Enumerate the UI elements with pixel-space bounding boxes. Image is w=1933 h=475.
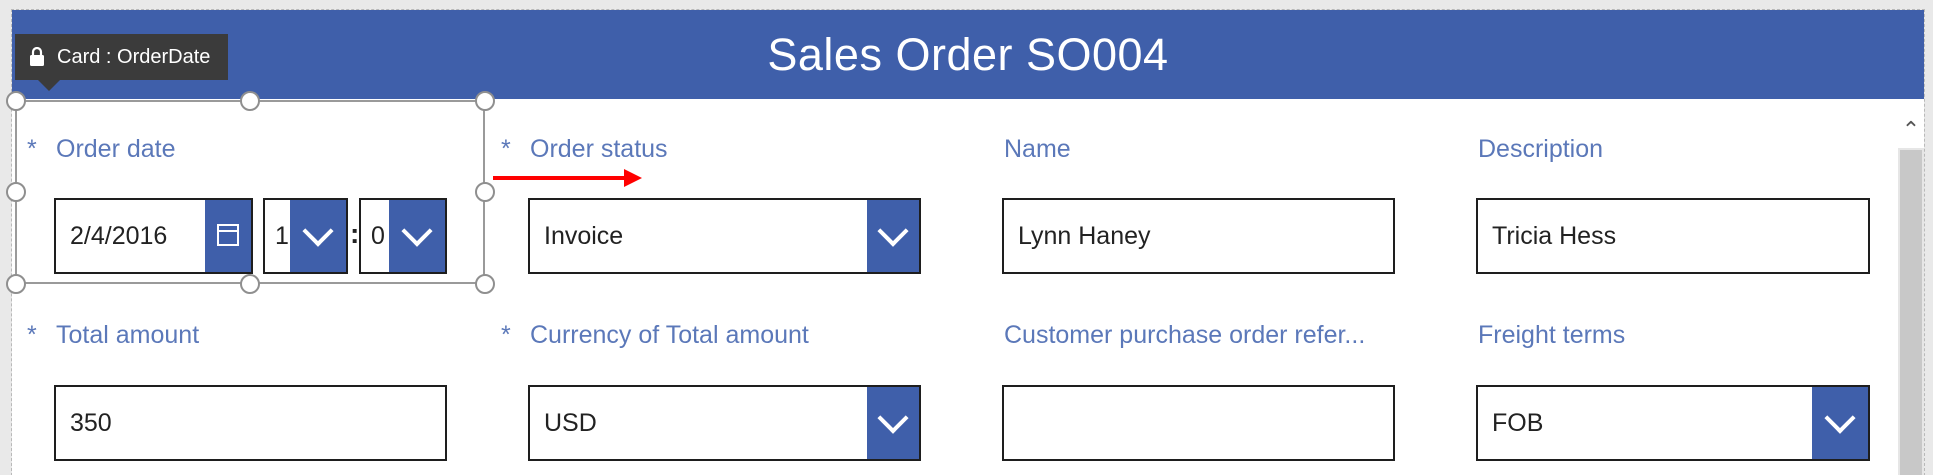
lock-icon: [30, 47, 44, 66]
red-arrow-annotation: [493, 176, 633, 180]
order-status-dropdown-button[interactable]: [867, 200, 919, 272]
chevron-down-icon: [877, 215, 909, 247]
required-marker: *: [501, 135, 511, 163]
required-marker: *: [27, 321, 37, 349]
red-arrow-head: [624, 169, 642, 187]
currency-value: USD: [544, 409, 597, 437]
total-amount-value: 350: [70, 409, 112, 437]
customer-po-input[interactable]: [1002, 385, 1395, 461]
currency-dropdown[interactable]: USD: [528, 385, 921, 461]
description-label: Description: [1478, 135, 1604, 163]
resize-handle-top-right[interactable]: [475, 91, 495, 111]
total-amount-label: Total amount: [56, 321, 200, 349]
freight-terms-dropdown-button[interactable]: [1812, 387, 1868, 459]
tooltip-pointer: [38, 80, 60, 91]
currency-dropdown-button[interactable]: [867, 387, 919, 459]
resize-handle-bottom-right[interactable]: [475, 274, 495, 294]
freight-terms-dropdown[interactable]: FOB: [1476, 385, 1870, 461]
required-marker: *: [501, 321, 511, 349]
resize-handle-bottom-left[interactable]: [6, 274, 26, 294]
freight-terms-value: FOB: [1492, 409, 1544, 437]
total-amount-input[interactable]: 350: [54, 385, 447, 461]
freight-terms-label: Freight terms: [1478, 321, 1626, 349]
card-name-tooltip: Card : OrderDate: [15, 34, 228, 80]
resize-handle-top-left[interactable]: [6, 91, 26, 111]
resize-handle-left[interactable]: [6, 182, 26, 202]
name-value: Lynn Haney: [1018, 222, 1151, 250]
name-label: Name: [1004, 135, 1071, 163]
tooltip-label: Card : OrderDate: [57, 46, 211, 68]
scrollbar-thumb[interactable]: [1900, 150, 1922, 475]
resize-handle-right[interactable]: [475, 182, 495, 202]
resize-handle-top[interactable]: [240, 91, 260, 111]
description-value: Tricia Hess: [1492, 222, 1617, 250]
currency-label: Currency of Total amount: [530, 321, 809, 349]
order-status-value: Invoice: [544, 222, 624, 250]
chevron-down-icon: [1824, 402, 1856, 434]
order-status-dropdown[interactable]: Invoice: [528, 198, 921, 274]
scroll-up-icon[interactable]: ⌃: [1898, 112, 1924, 148]
page-title: Sales Order SO004: [767, 29, 1169, 80]
order-status-label: Order status: [530, 135, 668, 163]
name-input[interactable]: Lynn Haney: [1002, 198, 1395, 274]
description-input[interactable]: Tricia Hess: [1476, 198, 1870, 274]
card-selection-box[interactable]: [15, 100, 485, 284]
customer-po-label: Customer purchase order refer...: [1004, 321, 1366, 349]
resize-handle-bottom[interactable]: [240, 274, 260, 294]
chevron-down-icon: [877, 402, 909, 434]
